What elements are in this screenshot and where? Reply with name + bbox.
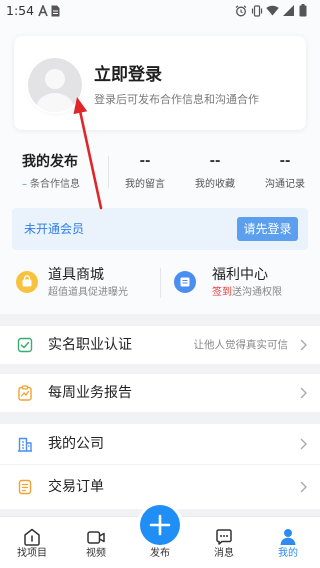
login-subtitle: 登录后可发布合作信息和沟通合作	[94, 93, 259, 106]
tab-find-projects[interactable]: 找项目	[0, 517, 64, 568]
stat-my-posts-title: 我的发布	[22, 154, 78, 170]
menu-label: 我的公司	[48, 436, 104, 452]
stat-my-posts-unit: 条合作信息	[30, 179, 80, 190]
menu-item-weekly-report[interactable]: 每周业务报告	[0, 374, 320, 412]
battery-icon	[299, 4, 307, 17]
feature-welfare-center[interactable]: 福利中心 签到送沟通权限	[161, 258, 320, 308]
login-title[interactable]: 立即登录	[94, 64, 162, 86]
membership-banner[interactable]: 未开通会员 请先登录	[12, 208, 308, 250]
company-building-icon	[18, 437, 32, 452]
menu-item-my-company[interactable]: 我的公司	[0, 424, 320, 464]
tab-label: 视频	[86, 548, 106, 559]
menu-item-orders[interactable]: 交易订单	[0, 465, 320, 509]
feature-subtitle-highlight: 签到	[212, 287, 232, 298]
tab-label: 我的	[278, 548, 298, 559]
feature-subtitle: 超值道具促进曝光	[48, 287, 128, 298]
feature-title: 福利中心	[212, 267, 268, 283]
menu-hint: 让他人觉得真实可信	[193, 339, 289, 351]
stat-my-favorites[interactable]: -- 我的收藏	[180, 148, 250, 194]
clipboard-report-icon	[18, 385, 32, 401]
menu-label: 交易订单	[48, 479, 104, 495]
feature-subtitle: 签到送沟通权限	[212, 286, 282, 300]
shop-icon	[16, 271, 38, 293]
feature-subtitle-rest: 送沟通权限	[232, 287, 282, 298]
bottom-tab-bar: 找项目 视频 发布 消息 我的	[0, 505, 320, 568]
feature-title: 道具商城	[48, 267, 104, 283]
vibrate-icon	[251, 5, 263, 17]
video-icon	[87, 531, 105, 544]
status-time: 1:54	[6, 3, 35, 18]
stat-my-posts-count: –	[22, 179, 27, 190]
message-icon	[216, 529, 232, 545]
profile-icon	[280, 529, 296, 545]
chevron-right-icon	[300, 339, 307, 351]
chevron-right-icon	[300, 438, 307, 450]
tab-publish[interactable]: 发布	[128, 505, 192, 568]
alarm-icon	[235, 5, 247, 17]
plus-icon	[149, 514, 171, 536]
a-notification-icon	[38, 5, 48, 17]
tab-label: 消息	[214, 548, 234, 559]
stat-my-posts-caption: – 条合作信息	[22, 178, 80, 192]
stat-my-comments[interactable]: -- 我的留言	[110, 148, 180, 194]
tab-video[interactable]: 视频	[64, 517, 128, 568]
stat-label: 沟通记录	[265, 179, 305, 190]
tab-label: 找项目	[17, 548, 47, 559]
signal-icon	[283, 5, 294, 16]
stat-value: --	[279, 154, 291, 169]
menu-label: 每周业务报告	[48, 385, 132, 401]
project-home-icon	[24, 528, 40, 546]
menu-item-identity-verification[interactable]: 实名职业认证 让他人觉得真实可信	[0, 326, 320, 364]
tab-label: 发布	[150, 548, 170, 559]
publish-button[interactable]	[140, 505, 180, 545]
tab-messages[interactable]: 消息	[192, 517, 256, 568]
tab-me[interactable]: 我的	[256, 517, 320, 568]
login-first-button[interactable]: 请先登录	[237, 217, 298, 241]
chevron-right-icon	[300, 481, 307, 493]
order-document-icon	[18, 479, 32, 495]
stat-label: 我的留言	[125, 179, 165, 190]
default-avatar-icon[interactable]	[28, 58, 82, 112]
chevron-right-icon	[300, 387, 307, 399]
feature-prop-mall[interactable]: 道具商城 超值道具促进曝光	[0, 258, 160, 308]
menu-label: 实名职业认证	[48, 337, 132, 353]
document-notification-icon	[51, 5, 60, 17]
stat-communication-records[interactable]: -- 沟通记录	[250, 148, 320, 194]
status-bar: 1:54	[0, 0, 320, 22]
stat-value: --	[209, 154, 221, 169]
stat-label: 我的收藏	[195, 179, 235, 190]
stat-my-posts[interactable]: 我的发布 – 条合作信息	[14, 148, 106, 194]
login-card[interactable]: 立即登录 登录后可发布合作信息和沟通合作	[14, 36, 306, 130]
stats-divider	[108, 156, 109, 188]
wifi-icon	[266, 5, 279, 16]
membership-status: 未开通会员	[24, 222, 85, 236]
verified-check-icon	[17, 337, 33, 353]
stat-value: --	[139, 154, 151, 169]
gift-icon	[174, 271, 196, 293]
